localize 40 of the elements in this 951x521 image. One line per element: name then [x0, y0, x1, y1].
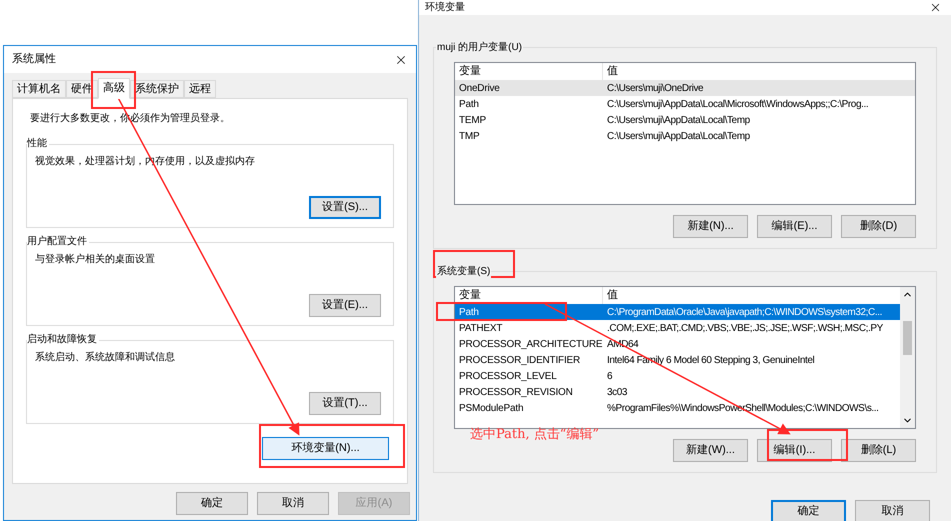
- group-description: 系统启动、系统故障和调试信息: [35, 350, 176, 365]
- window-title: 环境变量: [425, 0, 465, 15]
- group-description: 与登录帐户相关的桌面设置: [35, 252, 156, 267]
- list-button[interactable]: 新建(N)...: [673, 215, 748, 238]
- dialog-button[interactable]: 确定: [771, 500, 846, 521]
- variable-row[interactable]: PROCESSOR_LEVEL 6: [455, 368, 900, 384]
- column-header[interactable]: 值: [603, 63, 915, 80]
- list-button[interactable]: 编辑(I)...: [757, 439, 832, 462]
- window-title: 系统属性: [12, 52, 56, 68]
- variable-row[interactable]: TEMP C:\Users\muji\AppData\Local\Temp: [455, 112, 915, 128]
- dialog-button[interactable]: 确定: [176, 492, 248, 515]
- tab[interactable]: 系统保护: [130, 80, 184, 98]
- variable-row[interactable]: OneDrive C:\Users\muji\OneDrive: [455, 80, 915, 96]
- variable-row[interactable]: PROCESSOR_REVISION 3c03: [455, 384, 900, 400]
- group-title: muji 的用户变量(U): [436, 40, 523, 55]
- settings-button[interactable]: 设置(S)...: [309, 196, 381, 219]
- list-button[interactable]: 新建(W)...: [673, 439, 748, 462]
- scrollbar[interactable]: [900, 287, 915, 428]
- dialog-button[interactable]: 取消: [257, 492, 329, 515]
- variable-row[interactable]: PATHEXT .COM;.EXE;.BAT;.CMD;.VBS;.VBE;.JS;.JSE;.WSF;.WSH;.MSC;.PY: [455, 320, 900, 336]
- column-header[interactable]: 值: [603, 287, 900, 304]
- tab[interactable]: 计算机名: [12, 80, 66, 98]
- variable-row[interactable]: Path C:\ProgramData\Oracle\Java\javapath;C:\WINDOWS\system32;C...: [455, 304, 900, 320]
- list-button[interactable]: 删除(D): [841, 215, 916, 238]
- annotation-text: 选中Path, 点击“编辑”: [470, 426, 600, 444]
- close-icon[interactable]: [929, 1, 942, 14]
- highlight-frame: [91, 71, 136, 109]
- settings-button[interactable]: 设置(T)...: [309, 392, 381, 415]
- variable-row[interactable]: TMP C:\Users\muji\AppData\Local\Temp: [455, 128, 915, 144]
- dialog-button[interactable]: 取消: [855, 500, 930, 521]
- group-title: 系统变量(S): [436, 264, 492, 279]
- tab[interactable]: 远程: [184, 80, 216, 98]
- variable-row[interactable]: Path C:\Users\muji\AppData\Local\Microsoft\WindowsApps;;C:\Prog...: [455, 96, 915, 112]
- tab[interactable]: 硬件: [66, 80, 98, 98]
- environment-variables-button[interactable]: 环境变量(N)...: [262, 437, 389, 460]
- settings-button[interactable]: 设置(E)...: [309, 294, 381, 317]
- tab[interactable]: 高级: [98, 78, 130, 99]
- list-button[interactable]: 删除(L): [841, 439, 916, 462]
- list-button[interactable]: 编辑(E)...: [757, 215, 832, 238]
- scrollbar-thumb[interactable]: [903, 320, 912, 354]
